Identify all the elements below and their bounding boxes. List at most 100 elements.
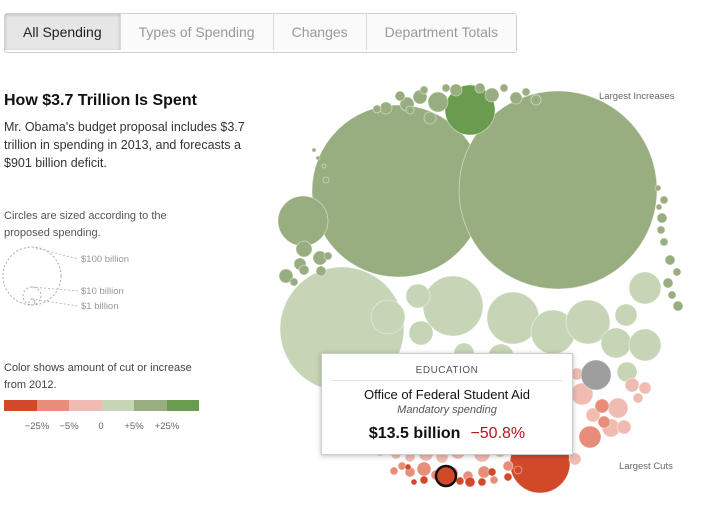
spending-bubble[interactable] xyxy=(632,392,644,404)
spending-bubble[interactable] xyxy=(394,90,406,102)
spending-bubble[interactable] xyxy=(607,397,629,419)
spending-bubble[interactable] xyxy=(659,237,669,247)
spending-bubble[interactable] xyxy=(654,184,662,192)
spending-bubble[interactable] xyxy=(656,225,666,235)
spending-bubble[interactable] xyxy=(298,264,310,276)
spending-bubble[interactable] xyxy=(477,477,487,487)
spending-bubble[interactable] xyxy=(638,381,652,395)
spending-bubble[interactable] xyxy=(449,83,463,97)
spending-bubble[interactable] xyxy=(659,195,669,205)
spending-bubble[interactable] xyxy=(427,91,449,113)
spending-bubble[interactable] xyxy=(578,425,602,449)
spending-bubble[interactable] xyxy=(662,277,674,289)
tooltip-amount: $13.5 billion xyxy=(368,425,461,442)
spending-bubble[interactable] xyxy=(419,475,429,485)
scale-label: +25% xyxy=(154,421,180,432)
scale-label: −5% xyxy=(59,421,79,432)
page-title: How $3.7 Trillion Is Spent xyxy=(4,92,197,109)
spending-bubble[interactable] xyxy=(422,275,484,337)
tab-changes[interactable]: Changes xyxy=(273,14,367,50)
spending-bubble[interactable] xyxy=(628,328,662,362)
spending-bubble[interactable] xyxy=(656,212,668,224)
spending-bubble[interactable] xyxy=(405,105,415,115)
color-scale-labels: −25% −5% 0 +5% +25% xyxy=(4,421,204,435)
spending-bubble[interactable] xyxy=(474,82,486,94)
spending-bubble[interactable] xyxy=(408,320,434,346)
size-legend: $100 billion $10 billion $1 billion xyxy=(2,246,162,316)
detail-tooltip: EDUCATION Office of Federal Student Aid … xyxy=(321,353,573,455)
spending-bubble[interactable] xyxy=(513,465,523,475)
color-swatch xyxy=(36,400,69,411)
spending-bubble[interactable] xyxy=(404,463,412,471)
tooltip-divider xyxy=(332,380,562,381)
tooltip-category: EDUCATION xyxy=(415,365,479,376)
spending-bubble[interactable] xyxy=(455,476,465,486)
view-tabs: All Spending Types of Spending Changes D… xyxy=(4,13,518,53)
spending-bubble[interactable] xyxy=(277,195,329,247)
spending-bubble[interactable] xyxy=(667,290,677,300)
size-legend-label-1b: $1 billion xyxy=(81,301,119,312)
spending-bubble[interactable] xyxy=(311,147,317,153)
tooltip-values: $13.5 billion −50.8% xyxy=(322,425,572,443)
annotation-largest-increases: Largest Increases xyxy=(599,91,675,102)
spending-bubble[interactable] xyxy=(379,101,393,115)
spending-bubble[interactable] xyxy=(410,478,418,486)
spending-bubble[interactable] xyxy=(624,377,640,393)
spending-bubble[interactable] xyxy=(419,85,429,95)
spending-bubble[interactable] xyxy=(672,300,684,312)
spending-bubble[interactable] xyxy=(664,254,676,266)
color-swatch xyxy=(134,400,167,411)
scale-label: −25% xyxy=(24,421,50,432)
spending-bubble[interactable] xyxy=(509,91,523,105)
tooltip-spending-type: Mandatory spending xyxy=(397,404,497,416)
spending-bubble[interactable] xyxy=(416,461,432,477)
size-legend-note: Circles are sized according to the propo… xyxy=(4,210,167,239)
color-swatch xyxy=(4,400,37,411)
spending-bubble[interactable] xyxy=(530,94,542,106)
spending-bubble[interactable] xyxy=(315,265,327,277)
tab-all-spending[interactable]: All Spending xyxy=(5,14,121,50)
spending-bubble[interactable] xyxy=(597,415,611,429)
spending-bubble[interactable] xyxy=(321,163,327,169)
annotation-largest-cuts: Largest Cuts xyxy=(619,461,673,472)
spending-bubble[interactable] xyxy=(655,203,663,211)
spending-bubble[interactable] xyxy=(322,176,330,184)
size-legend-label-10b: $10 billion xyxy=(81,286,124,297)
scale-label: +5% xyxy=(124,421,144,432)
tab-department-totals[interactable]: Department Totals xyxy=(366,14,517,50)
spending-bubble[interactable] xyxy=(370,299,406,335)
spending-bubble[interactable] xyxy=(423,111,437,125)
spending-bubble[interactable] xyxy=(600,327,632,359)
spending-bubble[interactable] xyxy=(434,464,458,488)
spending-bubble[interactable] xyxy=(323,251,333,261)
color-swatch xyxy=(69,400,102,411)
spending-bubble[interactable] xyxy=(405,283,431,309)
spending-bubble[interactable] xyxy=(672,267,682,277)
spending-bubble[interactable] xyxy=(289,277,299,287)
spending-bubble[interactable] xyxy=(489,475,499,485)
spending-bubble[interactable] xyxy=(616,419,632,435)
spending-bubble[interactable] xyxy=(580,359,612,391)
spending-bubble[interactable] xyxy=(594,398,610,414)
spending-bubble[interactable] xyxy=(499,83,509,93)
spending-bubble[interactable] xyxy=(503,472,513,482)
spending-bubble[interactable] xyxy=(372,104,382,114)
tooltip-agency-name: Office of Federal Student Aid xyxy=(364,387,530,402)
spending-bubble[interactable] xyxy=(614,303,638,327)
intro-panel: How $3.7 Trillion Is Spent Mr. Obama's b… xyxy=(4,92,254,172)
size-legend-label-100b: $100 billion xyxy=(81,254,130,265)
spending-bubble[interactable] xyxy=(295,240,313,258)
spending-bubble[interactable] xyxy=(464,476,476,488)
spending-bubble[interactable] xyxy=(487,467,497,477)
spending-bubble[interactable] xyxy=(521,87,531,97)
spending-bubble[interactable] xyxy=(389,466,399,476)
color-swatch xyxy=(101,400,134,411)
tab-types-of-spending[interactable]: Types of Spending xyxy=(120,14,274,50)
spending-bubble[interactable] xyxy=(484,87,500,103)
spending-bubble[interactable] xyxy=(315,155,321,161)
spending-bubble[interactable] xyxy=(502,460,514,472)
scale-label: 0 xyxy=(98,421,104,432)
spending-bubble[interactable] xyxy=(441,83,451,93)
color-scale xyxy=(4,400,199,411)
spending-bubble[interactable] xyxy=(628,271,662,305)
